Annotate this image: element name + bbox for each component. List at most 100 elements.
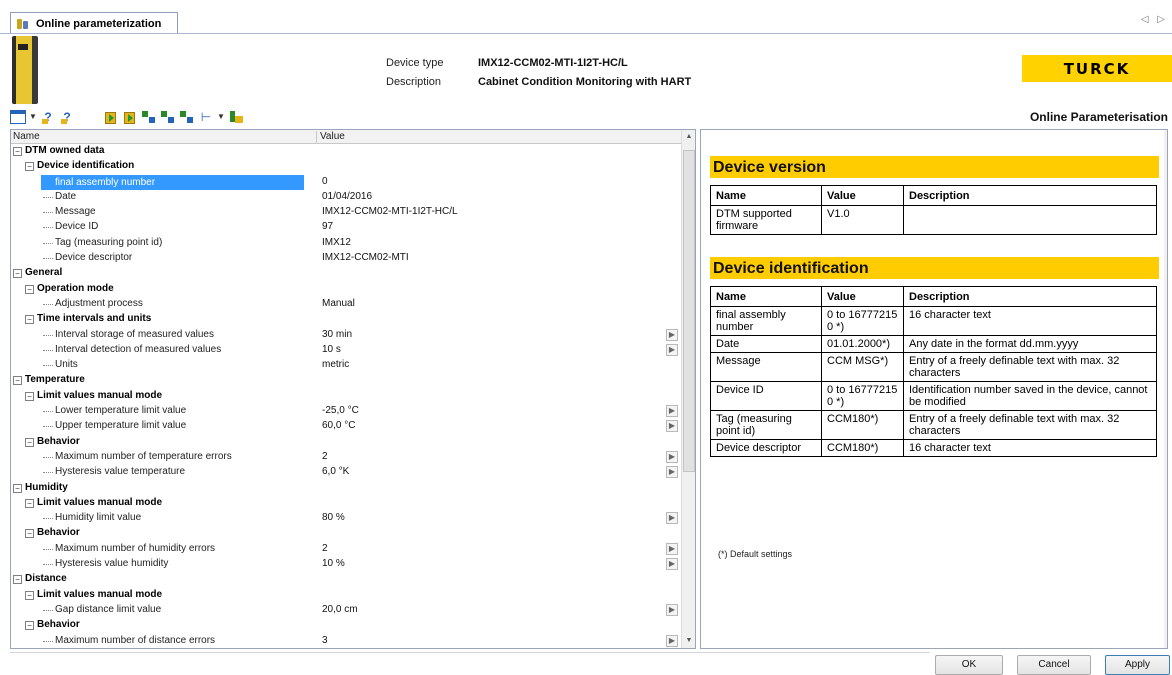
parameter-value[interactable]: 01/04/2016 [322,191,372,202]
tree-group-row[interactable]: − Operation mode [11,282,681,297]
tree-group-row[interactable]: − Limit values manual mode [11,588,681,603]
value-edit-arrow-icon[interactable]: ▶ [666,450,678,463]
parameter-value[interactable]: -25,0 °C [322,405,359,416]
collapse-icon[interactable]: − [13,147,22,156]
value-edit-arrow-icon[interactable]: ▶ [666,466,678,479]
scroll-up-icon[interactable]: ▲ [682,130,695,144]
parameter-row[interactable]: Hysteresis value humidity 10 % ▶ [11,557,681,572]
chevron-down-icon[interactable]: ▼ [217,110,225,124]
tree-group-row[interactable]: − Behavior [11,526,681,541]
value-edit-arrow-icon[interactable]: ▶ [666,634,678,647]
collapse-icon[interactable]: − [13,483,22,493]
tree-group-row[interactable]: − Limit values manual mode [11,496,681,511]
value-edit-arrow-icon[interactable]: ▶ [666,420,678,433]
tree-group-row[interactable]: − Device identification [11,159,681,174]
parameter-value[interactable]: 10 % [322,558,345,569]
parameter-value[interactable]: 6,0 °K [322,466,349,477]
parameter-row[interactable]: Adjustment process Manual [11,297,681,312]
connect-icon[interactable] [141,110,157,124]
parameter-value[interactable]: IMX12-CCM02-MTI-1I2T-HC/L [322,206,458,217]
ok-button[interactable]: OK [935,655,1003,675]
scroll-thumb[interactable] [683,150,695,472]
tree-group-row[interactable]: − Behavior [11,618,681,633]
parameter-value[interactable]: 80 % [322,512,345,523]
help-icon[interactable]: ? [40,110,56,124]
tab-online-parameterization[interactable]: Online parameterization [10,12,178,34]
parameter-value[interactable]: 97 [322,221,333,232]
apply-button[interactable]: Apply [1105,655,1170,675]
tree-group-row[interactable]: − Time intervals and units [11,312,681,327]
column-header-value[interactable]: Value [316,131,345,144]
tree-view-icon[interactable]: ⊢ [198,110,214,124]
parameter-row[interactable]: Tag (measuring point id) IMX12 [11,236,681,251]
tree-group-row[interactable]: − Limit values manual mode [11,389,681,404]
parameter-value[interactable]: 2 [322,543,328,554]
tree-group-row[interactable]: − Behavior [11,435,681,450]
tree-group-row[interactable]: − DTM owned data [11,144,681,159]
diagnosis-icon[interactable] [179,110,195,124]
parameter-value[interactable]: 0 [322,176,328,187]
tree-group-row[interactable]: − General [11,266,681,281]
window-layout-icon[interactable] [10,110,26,124]
parameter-value[interactable]: IMX12 [322,237,351,248]
doc-scrollbar[interactable] [1164,130,1167,648]
parameter-value[interactable]: 60,0 °C [322,420,355,431]
parameter-row[interactable]: Maximum number of temperature errors 2 ▶ [11,450,681,465]
tree-group-row[interactable]: − Temperature [11,373,681,388]
collapse-icon[interactable]: − [25,315,34,325]
export-icon[interactable] [228,110,244,124]
parameter-row[interactable]: Lower temperature limit value -25,0 °C ▶ [11,404,681,419]
column-header-name[interactable]: Name [13,131,40,142]
parameter-row[interactable]: Gap distance limit value 20,0 cm ▶ [11,603,681,618]
value-edit-arrow-icon[interactable]: ▶ [666,328,678,341]
parameter-row[interactable]: Maximum number of humidity errors 2 ▶ [11,542,681,557]
tree-group-row[interactable]: − Distance [11,572,681,587]
cancel-button[interactable]: Cancel [1017,655,1091,675]
collapse-icon[interactable]: − [13,575,22,585]
parameter-row[interactable]: Interval detection of measured values 10 … [11,343,681,358]
context-help-icon[interactable]: ? [59,110,75,124]
parameter-value[interactable]: metric [322,359,349,370]
parameter-row[interactable]: Maximum number of distance errors 3 ▶ [11,634,681,649]
parameter-row[interactable]: Units metric [11,358,681,373]
parameter-row[interactable]: Upper temperature limit value 60,0 °C ▶ [11,419,681,434]
parameter-value[interactable]: 20,0 cm [322,604,358,615]
collapse-icon[interactable]: − [25,437,34,447]
tab-scroll-arrows[interactable]: ◁ ▷ [1141,14,1168,25]
parameter-value[interactable]: 3 [322,635,328,646]
value-edit-arrow-icon[interactable]: ▶ [666,405,678,418]
write-to-device-icon[interactable] [122,110,138,124]
collapse-icon[interactable]: − [25,621,34,631]
tree-group-row[interactable]: − Humidity [11,481,681,496]
parameter-value[interactable]: 2 [322,451,328,462]
collapse-icon[interactable]: − [25,391,34,401]
value-edit-arrow-icon[interactable]: ▶ [666,542,678,555]
collapse-icon[interactable]: − [25,590,34,600]
parameter-value[interactable]: IMX12-CCM02-MTI [322,252,409,263]
scroll-down-icon[interactable]: ▼ [682,634,695,648]
collapse-icon[interactable]: − [13,269,22,279]
parameter-value[interactable]: 10 s [322,344,341,355]
parameter-row[interactable]: Device descriptor IMX12-CCM02-MTI [11,251,681,266]
read-from-device-icon[interactable] [103,110,119,124]
parameter-row[interactable]: Interval storage of measured values 30 mi… [11,328,681,343]
parameter-row[interactable]: Device ID 97 [11,220,681,235]
parameter-row[interactable]: Hysteresis value temperature 6,0 °K ▶ [11,465,681,480]
chevron-down-icon[interactable]: ▼ [29,110,37,124]
parameter-row[interactable]: Humidity limit value 80 % ▶ [11,511,681,526]
parameter-row[interactable]: Date 01/04/2016 [11,190,681,205]
value-edit-arrow-icon[interactable]: ▶ [666,512,678,525]
collapse-icon[interactable]: − [25,162,34,172]
parameter-row[interactable]: Message IMX12-CCM02-MTI-1I2T-HC/L [11,205,681,220]
parameter-row[interactable]: final assembly number 0 [11,174,681,190]
vertical-scrollbar[interactable]: ▲ ▼ [681,130,695,648]
value-edit-arrow-icon[interactable]: ▶ [666,558,678,571]
collapse-icon[interactable]: − [25,498,34,508]
parameter-value[interactable]: 30 min [322,329,352,340]
disconnect-icon[interactable] [160,110,176,124]
value-edit-arrow-icon[interactable]: ▶ [666,603,678,616]
collapse-icon[interactable]: − [13,376,22,386]
parameter-value[interactable]: Manual [322,298,355,309]
collapse-icon[interactable]: − [25,529,34,539]
value-edit-arrow-icon[interactable]: ▶ [666,343,678,356]
